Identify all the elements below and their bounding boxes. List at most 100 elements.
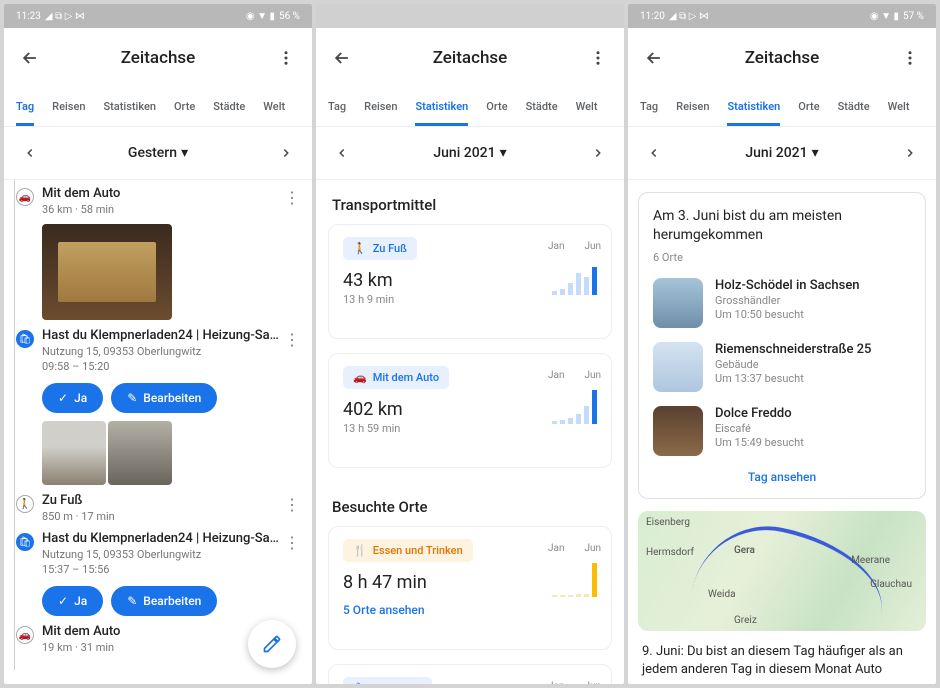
item-sub: 850 m · 17 min (42, 510, 300, 523)
item-overflow[interactable]: ⋮ (284, 495, 300, 514)
tab-tag[interactable]: Tag (328, 88, 346, 126)
tab-orte[interactable]: Orte (174, 88, 195, 126)
chevron-down-icon: ▾ (812, 145, 819, 161)
timeline-item-place[interactable]: 🛍 ⋮ Hast du Klempnerladen24 | Heizung-Sa… (14, 531, 300, 616)
date-navigator: Juni 2021 ▾ (628, 127, 936, 180)
map-city: Eisenberg (646, 517, 690, 528)
tab-welt[interactable]: Welt (263, 88, 285, 126)
shop-chip: 🛍Einkaufen (343, 677, 432, 684)
date-dropdown[interactable]: Gestern▾ (128, 145, 188, 161)
tab-orte[interactable]: Orte (486, 88, 507, 126)
period-dropdown[interactable]: Juni 2021▾ (433, 145, 506, 161)
walk-chart: Jan Jun (552, 259, 597, 295)
tab-staedte[interactable]: Städte (838, 88, 870, 126)
status-bar: 11:23◢ ⧉ ▷ ⋈ ◉ ▼ ▮56 % (4, 4, 312, 28)
route-line (692, 512, 894, 630)
edit-button[interactable]: ✎Bearbeiten (111, 586, 217, 616)
next-day[interactable] (274, 141, 298, 165)
overflow-menu[interactable] (268, 40, 304, 76)
yes-button[interactable]: ✓Ja (42, 383, 103, 413)
period-dropdown[interactable]: Juni 2021 ▾ (745, 145, 818, 161)
detail-content[interactable]: Am 3. Juni bist du am meisten herumgekom… (628, 180, 936, 684)
stat-card-walk[interactable]: 🚶Zu Fuß 43 km 13 h 9 min Jan Jun (328, 224, 612, 339)
phone-screen-3: 11:20◢ ⧉ ▷ ⋈ ◉ ▼ ▮57 % Zeitachse Tag Rei… (628, 4, 936, 684)
timeline-item-walk[interactable]: 🚶 ⋮ Zu Fuß 850 m · 17 min (14, 493, 300, 523)
timeline-content[interactable]: 🚗 ⋮ Mit dem Auto 36 km · 58 min 🛍 ⋮ Hast… (4, 180, 312, 684)
card-sub: 6 Orte (653, 251, 911, 264)
food-chip: 🍴Essen und Trinken (343, 539, 473, 562)
tab-staedte[interactable]: Städte (213, 88, 245, 126)
place-name: Hast du Klempnerladen24 | Heizung-Sanitä… (42, 328, 300, 343)
place-row[interactable]: Holz-Schödel in Sachsen Grosshändler Um … (653, 278, 911, 328)
tab-orte[interactable]: Orte (798, 88, 819, 126)
edit-button[interactable]: ✎ Bearbeiten (111, 383, 217, 413)
place-row[interactable]: Dolce Freddo Eiscafé Um 15:49 besucht (653, 406, 911, 456)
status-icons-right: ◉ ▼ ▮ (870, 11, 899, 22)
tab-staedte[interactable]: Städte (526, 88, 558, 126)
timeline-item-place[interactable]: 🛍 ⋮ Hast du Klempnerladen24 | Heizung-Sa… (14, 328, 300, 485)
item-overflow[interactable]: ⋮ (284, 533, 300, 552)
food-link[interactable]: 5 Orte ansehen (343, 603, 597, 617)
overflow-menu[interactable] (892, 40, 928, 76)
photo[interactable] (42, 421, 106, 485)
status-icons-left: ◢ ⧉ ▷ ⋈ (45, 11, 85, 22)
food-chart: Jan Jun (552, 561, 597, 597)
tab-welt[interactable]: Welt (888, 88, 910, 126)
stat-card-food[interactable]: 🍴Essen und Trinken 8 h 47 min 5 Orte ans… (328, 526, 612, 650)
overflow-menu[interactable] (580, 40, 616, 76)
place-addr: Nutzung 15, 09353 Oberlungwitz (42, 345, 300, 358)
car-icon: 🚗 (353, 371, 367, 384)
chip-label: Einkaufen (373, 682, 422, 684)
photo[interactable] (108, 421, 172, 485)
place-name: Holz-Schödel in Sachsen (715, 278, 860, 293)
map-caption: 9. Juni: Du bist an diesem Tag häufiger … (628, 631, 936, 679)
map-city: Greiz (734, 615, 757, 626)
item-overflow[interactable]: ⋮ (284, 188, 300, 207)
stats-content[interactable]: Transportmittel 🚶Zu Fuß 43 km 13 h 9 min… (316, 180, 624, 684)
prev-period[interactable] (330, 141, 354, 165)
tab-tag[interactable]: Tag (640, 88, 658, 126)
back-button[interactable] (636, 40, 672, 76)
prev-day[interactable] (18, 141, 42, 165)
food-icon: 🍴 (353, 544, 367, 557)
tab-reisen[interactable]: Reisen (676, 88, 709, 126)
status-battery: 57 % (903, 11, 924, 22)
tab-welt[interactable]: Welt (576, 88, 598, 126)
prev-period[interactable] (642, 141, 666, 165)
phone-screen-2: Zeitachse Tag Reisen Statistiken Orte St… (316, 4, 624, 684)
xlabel-left: Jan (548, 543, 564, 554)
date-text: Juni 2021 (745, 145, 807, 161)
stat-card-shop[interactable]: 🛍Einkaufen 9 h 45 min 6 Orte ansehen Jan… (328, 664, 612, 684)
tab-tag[interactable]: Tag (16, 88, 34, 126)
route-map[interactable]: Eisenberg Hermsdorf Gera Weida Greiz Mee… (638, 511, 926, 631)
item-overflow[interactable]: ⋮ (284, 330, 300, 349)
tab-statistiken[interactable]: Statistiken (727, 88, 780, 126)
timeline-item-car[interactable]: 🚗 ⋮ Mit dem Auto 36 km · 58 min (14, 186, 300, 320)
tab-statistiken[interactable]: Statistiken (415, 88, 468, 126)
edit-label: Bearbeiten (143, 391, 201, 405)
chevron-down-icon: ▾ (500, 145, 507, 161)
page-title: Zeitachse (4, 48, 312, 68)
yes-button[interactable]: ✓Ja (42, 586, 103, 616)
car-icon: 🚗 (16, 188, 34, 206)
place-row[interactable]: Riemenschneiderstraße 25 Gebäude Um 13:3… (653, 342, 911, 392)
next-period[interactable] (898, 141, 922, 165)
pencil-icon: ✎ (127, 391, 137, 405)
back-button[interactable] (324, 40, 360, 76)
card-heading: Am 3. Juni bist du am meisten herumgekom… (653, 207, 911, 245)
stat-card-car[interactable]: 🚗Mit dem Auto 402 km 13 h 59 min Jan Jun (328, 353, 612, 468)
fab-edit[interactable] (248, 620, 296, 668)
status-icons-left: ◢ ⧉ ▷ ⋈ (669, 11, 709, 22)
xlabel-left: Jan (548, 681, 564, 684)
tab-reisen[interactable]: Reisen (52, 88, 85, 126)
back-button[interactable] (12, 40, 48, 76)
walk-icon: 🚶 (16, 495, 34, 513)
tab-statistiken[interactable]: Statistiken (103, 88, 156, 126)
section-transport: Transportmittel (316, 180, 624, 224)
next-period[interactable] (586, 141, 610, 165)
view-day-link[interactable]: Tag ansehen (653, 470, 911, 484)
yes-label: Ja (74, 391, 87, 405)
tab-reisen[interactable]: Reisen (364, 88, 397, 126)
place-time: 09:58 – 15:20 (42, 360, 300, 373)
trip-photo[interactable] (42, 224, 172, 320)
